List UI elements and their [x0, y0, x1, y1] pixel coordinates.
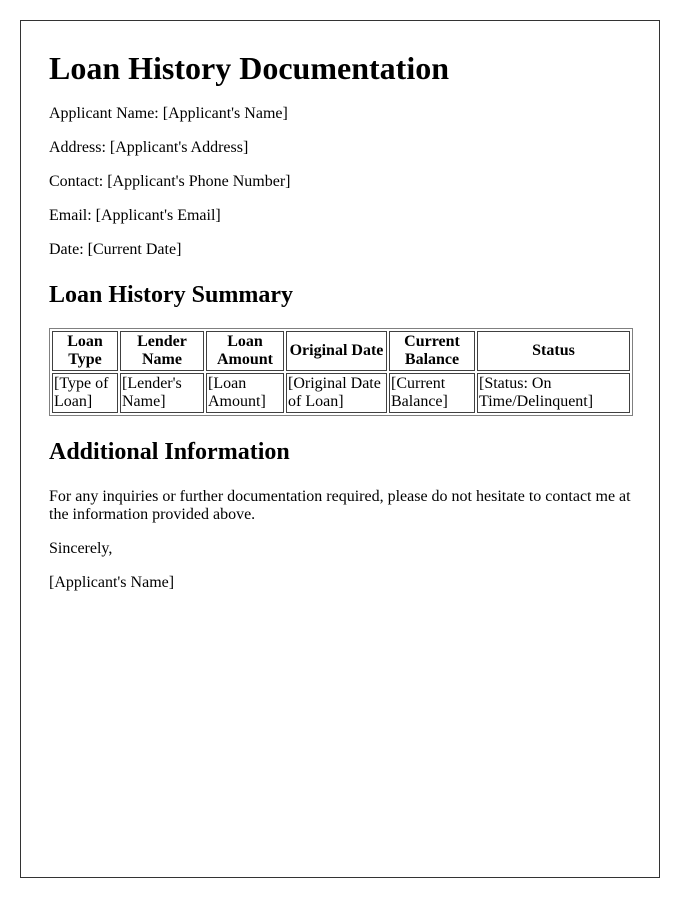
contact-line: Contact: [Applicant's Phone Number]: [49, 173, 631, 191]
address-label: Address:: [49, 139, 106, 156]
header-lender-name: Lender Name: [120, 331, 204, 371]
contact-value: [Applicant's Phone Number]: [107, 173, 291, 190]
contact-label: Contact:: [49, 173, 104, 190]
cell-status: [Status: On Time/Delinquent]: [477, 373, 630, 413]
header-current-balance: Current Balance: [389, 331, 475, 371]
signature-name: [Applicant's Name]: [49, 574, 175, 591]
cell-lender-name: [Lender's Name]: [120, 373, 204, 413]
cell-loan-amount: [Loan Amount]: [206, 373, 284, 413]
date-line: Date: [Current Date]: [49, 241, 631, 259]
table-header-row: Loan Type Lender Name Loan Amount Origin…: [52, 331, 630, 371]
closing-salutation: Sincerely,: [49, 540, 113, 557]
additional-info-text: For any inquiries or further documentati…: [49, 488, 631, 523]
header-original-date: Original Date: [286, 331, 387, 371]
closing-section: For any inquiries or further documentati…: [49, 488, 631, 592]
document-page: Loan History Documentation Applicant Nam…: [20, 20, 660, 878]
document-title: Loan History Documentation: [49, 50, 449, 86]
loan-summary-heading: Loan History Summary: [49, 282, 294, 308]
header-loan-amount: Loan Amount: [206, 331, 284, 371]
email-value: [Applicant's Email]: [95, 207, 221, 224]
loan-history-table: Loan Type Lender Name Loan Amount Origin…: [49, 328, 633, 416]
cell-loan-type: [Type of Loan]: [52, 373, 118, 413]
email-line: Email: [Applicant's Email]: [49, 207, 631, 225]
header-loan-type: Loan Type: [52, 331, 118, 371]
applicant-name-line: Applicant Name: [Applicant's Name]: [49, 105, 631, 123]
cell-current-balance: [Current Balance]: [389, 373, 475, 413]
address-value: [Applicant's Address]: [109, 139, 249, 156]
header-status: Status: [477, 331, 630, 371]
address-line: Address: [Applicant's Address]: [49, 139, 631, 157]
table-row: [Type of Loan] [Lender's Name] [Loan Amo…: [52, 373, 630, 413]
applicant-name-label: Applicant Name:: [49, 105, 159, 122]
applicant-info: Applicant Name: [Applicant's Name] Addre…: [49, 105, 631, 259]
email-label: Email:: [49, 207, 92, 224]
applicant-name-value: [Applicant's Name]: [162, 105, 288, 122]
date-value: [Current Date]: [87, 241, 182, 258]
date-label: Date:: [49, 241, 84, 258]
cell-original-date: [Original Date of Loan]: [286, 373, 387, 413]
additional-info-heading: Additional Information: [49, 439, 290, 465]
